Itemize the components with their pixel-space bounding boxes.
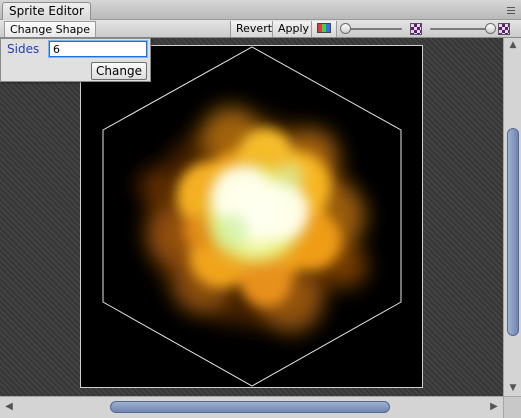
alpha-checker-icon[interactable]: [410, 23, 422, 35]
zoom-slider[interactable]: [340, 23, 406, 35]
change-button[interactable]: Change: [91, 62, 147, 80]
window-tab-title[interactable]: Sprite Editor: [2, 2, 91, 20]
mip-checker-icon[interactable]: [498, 23, 510, 35]
sprite-preview: [80, 45, 423, 388]
horizontal-scrollbar[interactable]: ◀ ▶: [0, 396, 503, 418]
arrow-up-icon[interactable]: ▲: [508, 41, 518, 50]
apply-button[interactable]: Apply: [272, 21, 316, 37]
vertical-scrollbar[interactable]: ▲ ▼: [503, 38, 521, 396]
color-channels-button[interactable]: [311, 21, 337, 37]
zoom-slider-thumb[interactable]: [340, 23, 351, 34]
explosion-core: [196, 154, 316, 274]
sides-input[interactable]: [49, 41, 147, 57]
vertical-scroll-thumb[interactable]: [507, 128, 519, 336]
sprite-image: [102, 46, 402, 387]
change-shape-popup: Sides Change: [0, 38, 151, 82]
mip-slider-thumb[interactable]: [485, 23, 496, 34]
window-menu-icon[interactable]: [503, 3, 515, 16]
scrollbar-corner: [503, 396, 521, 418]
arrow-right-icon[interactable]: ▶: [489, 402, 499, 412]
sides-label: Sides: [7, 42, 40, 56]
horizontal-scroll-thumb[interactable]: [110, 401, 390, 413]
sprite-canvas[interactable]: [0, 38, 503, 396]
arrow-down-icon[interactable]: ▼: [508, 384, 518, 393]
toolbar: Change Shape Revert Apply: [0, 20, 521, 38]
mip-slider[interactable]: [426, 23, 496, 35]
window-titlebar: Sprite Editor: [0, 0, 521, 20]
rgb-channels-icon: [317, 23, 331, 33]
mip-slider-track: [430, 28, 492, 30]
arrow-left-icon[interactable]: ◀: [4, 402, 14, 412]
tab-change-shape[interactable]: Change Shape: [4, 21, 97, 37]
revert-button[interactable]: Revert: [230, 21, 279, 37]
zoom-slider-track: [344, 28, 402, 30]
